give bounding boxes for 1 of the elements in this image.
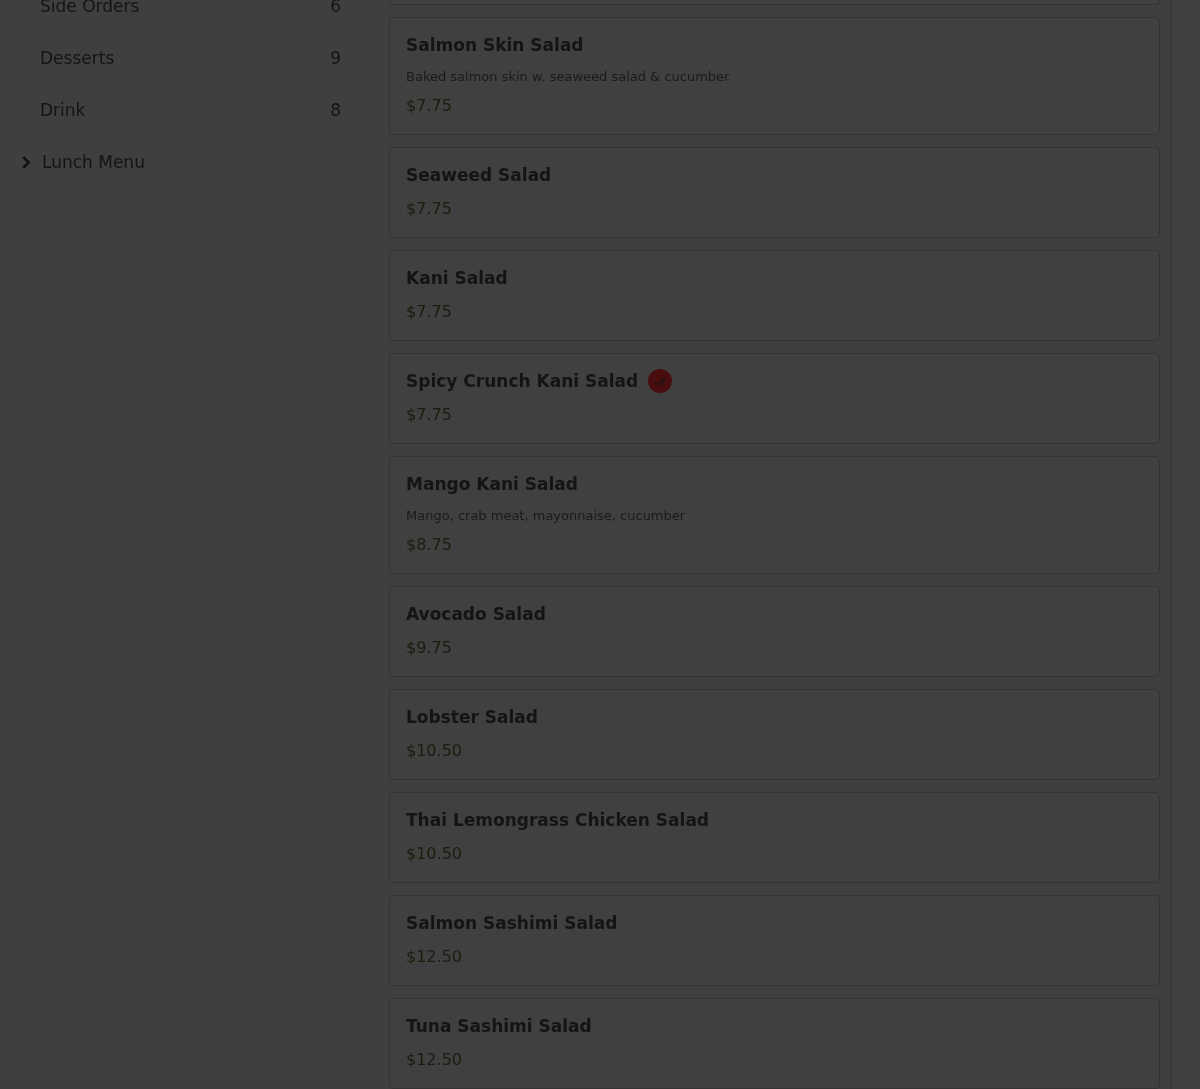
chevron-icon (21, 154, 32, 170)
